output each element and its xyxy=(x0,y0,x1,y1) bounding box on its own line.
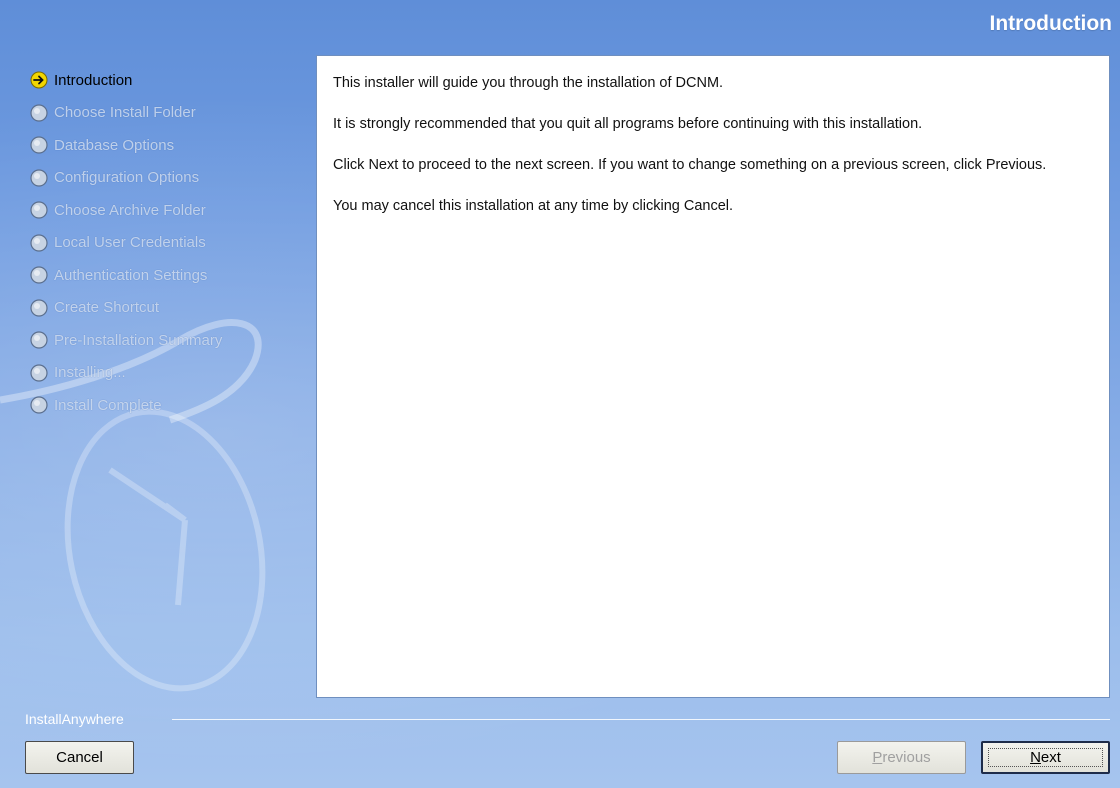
arrow-right-circle-icon xyxy=(30,71,48,89)
circle-icon xyxy=(30,364,48,382)
step-label: Local User Credentials xyxy=(54,234,206,252)
step-label: Choose Archive Folder xyxy=(54,201,206,219)
circle-icon xyxy=(30,104,48,122)
step-label: Create Shortcut xyxy=(54,299,160,317)
circle-icon xyxy=(30,266,48,284)
content-panel: This installer will guide you through th… xyxy=(316,55,1110,698)
step-item: Database Options xyxy=(30,129,315,162)
step-item: Installing... xyxy=(30,357,315,390)
step-label: Installing... xyxy=(54,364,126,382)
circle-icon xyxy=(30,299,48,317)
instruction-paragraph: It is strongly recommended that you quit… xyxy=(333,116,923,132)
step-label: Authentication Settings xyxy=(54,266,208,284)
footer-divider xyxy=(172,719,1110,720)
instruction-paragraph: This installer will guide you through th… xyxy=(333,75,724,91)
page-title: Introduction xyxy=(989,12,1112,35)
focus-indicator xyxy=(988,748,1103,767)
step-item: Configuration Options xyxy=(30,162,315,195)
step-label: Install Complete xyxy=(54,396,162,414)
circle-icon xyxy=(30,201,48,219)
circle-icon xyxy=(30,331,48,349)
installanywhere-label: InstallAnywhere xyxy=(25,711,124,727)
circle-icon xyxy=(30,136,48,154)
step-item: Introduction xyxy=(30,64,315,97)
circle-icon xyxy=(30,234,48,252)
installation-steps-list: Introduction Choose Install Folder Databas… xyxy=(30,64,315,422)
step-label: Pre-Installation Summary xyxy=(54,331,223,349)
installer-window: Introduction Introduction Choose Install … xyxy=(0,0,1120,788)
step-item: Create Shortcut xyxy=(30,292,315,325)
instruction-paragraph: Click Next to proceed to the next screen… xyxy=(333,157,1047,173)
step-item: Choose Install Folder xyxy=(30,97,315,130)
previous-button[interactable]: Previous xyxy=(837,741,966,774)
next-button[interactable]: Next xyxy=(981,741,1110,774)
step-item: Choose Archive Folder xyxy=(30,194,315,227)
circle-icon xyxy=(30,169,48,187)
step-label: Choose Install Folder xyxy=(54,104,196,122)
previous-label: revious xyxy=(882,749,931,766)
step-label: Introduction xyxy=(54,71,133,89)
circle-icon xyxy=(30,396,48,414)
instruction-paragraph: You may cancel this installation at any … xyxy=(333,198,734,214)
cancel-button[interactable]: Cancel xyxy=(25,741,134,774)
step-label: Database Options xyxy=(54,136,175,154)
step-item: Install Complete xyxy=(30,389,315,422)
step-item: Authentication Settings xyxy=(30,259,315,292)
step-item: Pre-Installation Summary xyxy=(30,324,315,357)
step-item: Local User Credentials xyxy=(30,227,315,260)
previous-mnemonic: P xyxy=(872,749,883,766)
step-label: Configuration Options xyxy=(54,169,200,187)
